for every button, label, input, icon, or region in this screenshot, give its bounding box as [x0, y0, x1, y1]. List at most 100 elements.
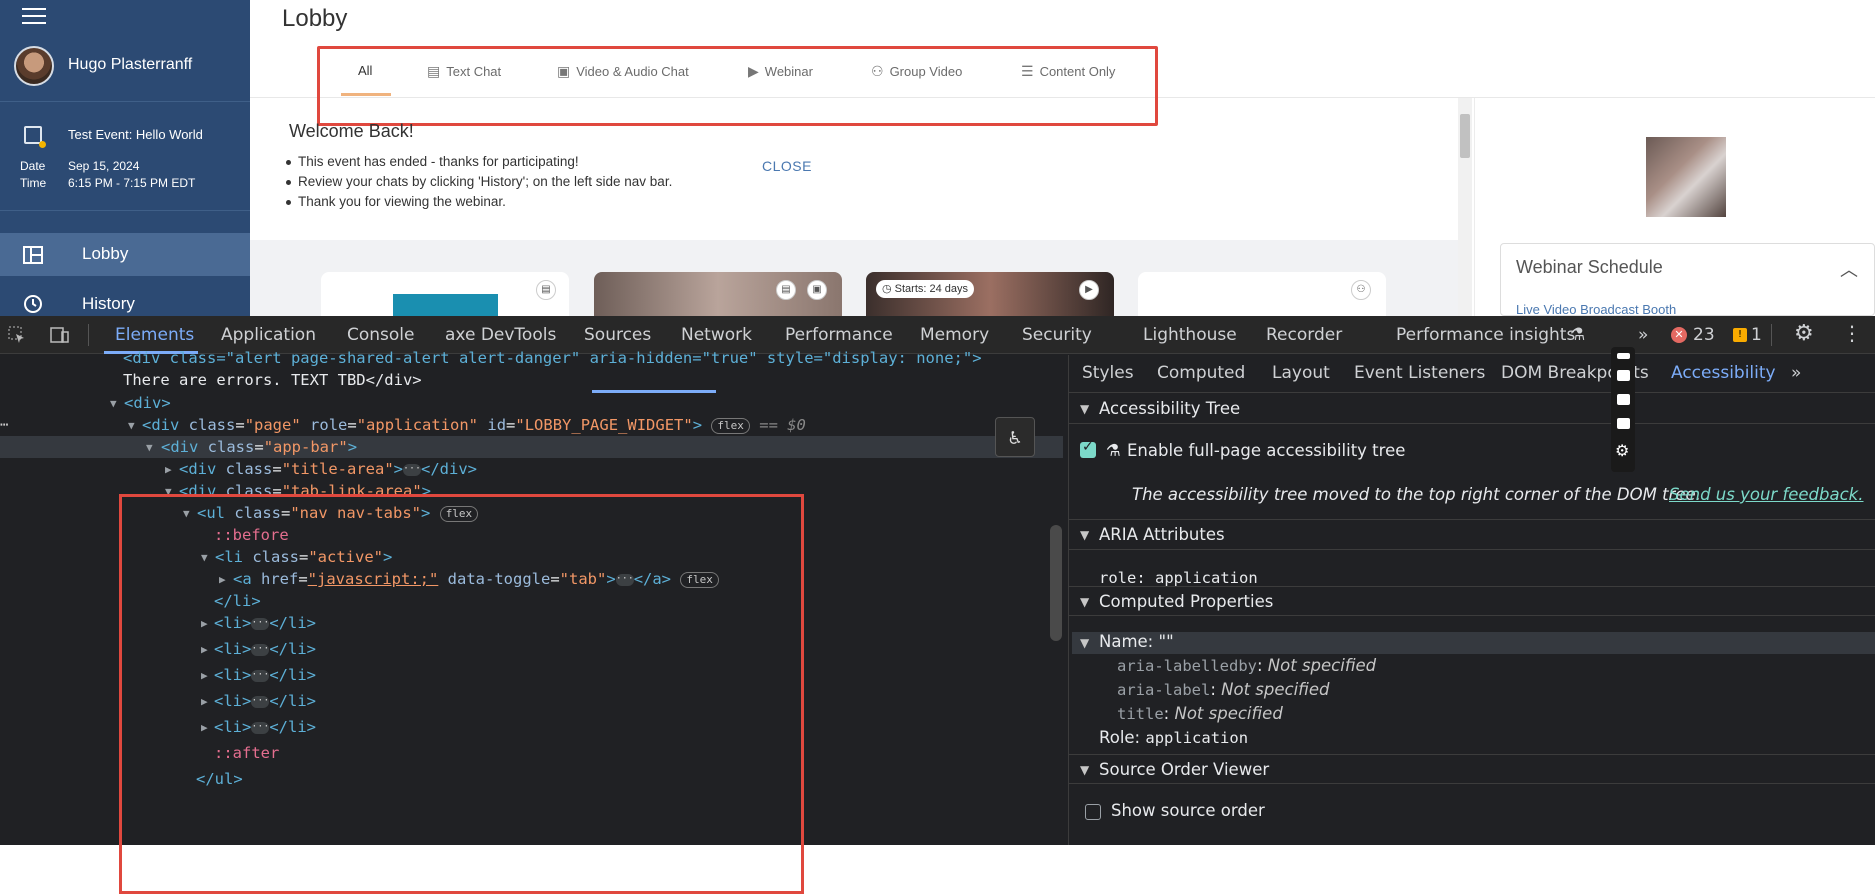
- section-computed-properties[interactable]: ▼ Computed Properties: [1068, 586, 1875, 616]
- accessibility-tree-toggle-icon[interactable]: ♿: [995, 417, 1035, 457]
- list-item: This event has ended - thanks for partic…: [286, 154, 579, 169]
- ellipsis-icon[interactable]: ···: [403, 463, 421, 476]
- highlight-box: [317, 46, 1158, 126]
- inspect-icon[interactable]: [8, 326, 26, 344]
- tree-line[interactable]: <div class="title-area">···</div>: [179, 458, 477, 480]
- history-icon: [24, 295, 42, 313]
- attr-value: Not specified: [1267, 656, 1377, 675]
- clock-icon: ◷: [882, 283, 895, 295]
- settings-gear-icon[interactable]: ⚙: [1794, 321, 1814, 346]
- devtools-tab-performance[interactable]: Performance: [785, 325, 893, 345]
- expand-arrow-icon[interactable]: ▼: [128, 419, 135, 432]
- section-accessibility-tree[interactable]: ▼ Accessibility Tree: [1068, 394, 1875, 424]
- section-title: ARIA Attributes: [1099, 525, 1225, 544]
- collapse-arrow-icon[interactable]: ▶: [165, 463, 172, 476]
- more-tabs-icon[interactable]: »: [1638, 325, 1648, 345]
- enable-tree-checkbox[interactable]: ✓: [1080, 439, 1096, 458]
- scrollbar-thumb[interactable]: [1460, 114, 1470, 158]
- attr-value: Not specified: [1174, 704, 1283, 723]
- session-card[interactable]: ▤ ▣: [594, 272, 842, 316]
- time-label: Time: [20, 176, 47, 190]
- more-options-icon[interactable]: ⋮: [1842, 321, 1862, 345]
- dollar-zero: == $0: [759, 416, 806, 434]
- tree-line[interactable]: <div class="app-bar">: [161, 436, 357, 458]
- attr-name: aria-labelledby: [1117, 657, 1257, 675]
- schedule-link[interactable]: Live Video Broadcast Booth: [1516, 302, 1676, 316]
- video-camera-icon[interactable]: [1617, 394, 1630, 405]
- camera-icon[interactable]: [1617, 370, 1630, 381]
- labelledby-row: aria-labelledby: Not specified: [1117, 656, 1377, 675]
- feedback-link[interactable]: Send us your feedback.: [1669, 485, 1864, 504]
- warning-count[interactable]: 1: [1751, 325, 1762, 345]
- devtools-tab-lighthouse[interactable]: Lighthouse: [1143, 325, 1237, 345]
- devtools-tab-application[interactable]: Application: [221, 325, 316, 345]
- window-icon[interactable]: [1617, 418, 1630, 429]
- chevron-up-icon[interactable]: ︿: [1840, 256, 1858, 282]
- avatar[interactable]: [14, 46, 54, 86]
- tab-styles[interactable]: Styles: [1082, 363, 1134, 383]
- section-aria-attributes[interactable]: ▼ ARIA Attributes: [1068, 520, 1875, 550]
- devtools-tab-axe[interactable]: axe DevTools: [445, 325, 556, 345]
- name-row[interactable]: Name: "": [1099, 632, 1174, 651]
- moved-note: The accessibility tree moved to the top …: [1132, 485, 1701, 504]
- tag: >: [692, 416, 703, 434]
- title-row: title: Not specified: [1117, 704, 1283, 723]
- tree-line[interactable]: <div class="alert page-shared-alert aler…: [123, 347, 982, 369]
- devtools-tab-network[interactable]: Network: [681, 325, 752, 345]
- enable-tree-label[interactable]: Enable full-page accessibility tree: [1127, 441, 1405, 460]
- section-title: Accessibility Tree: [1099, 399, 1241, 418]
- expand-arrow-icon[interactable]: ▼: [110, 397, 117, 410]
- attr-value: application: [1155, 569, 1258, 587]
- play-icon: ▶: [1079, 280, 1099, 300]
- expand-arrow-icon: ▼: [1080, 528, 1090, 542]
- tree-line-selected[interactable]: <div class="page" role="application" id=…: [142, 414, 806, 436]
- attr-name: id: [487, 416, 507, 434]
- tab-computed[interactable]: Computed: [1157, 363, 1245, 383]
- devtools-tab-elements[interactable]: Elements: [115, 325, 194, 345]
- expand-arrow-icon: ▼: [1080, 595, 1090, 609]
- attr-name: aria-label: [1117, 681, 1211, 699]
- hamburger-menu-icon[interactable]: [22, 8, 46, 26]
- scrollbar-thumb[interactable]: [1050, 525, 1062, 641]
- tree-line[interactable]: There are errors. TEXT TBD</div>: [123, 369, 422, 391]
- starts-badge: ◷ Starts: 24 days: [876, 280, 975, 298]
- show-source-order-label[interactable]: Show source order: [1111, 801, 1265, 820]
- expand-arrow-icon: ▼: [1080, 763, 1090, 777]
- flex-badge[interactable]: flex: [711, 417, 750, 434]
- warning-icon[interactable]: !: [1733, 328, 1747, 342]
- sidebar-item-label: Lobby: [82, 244, 129, 263]
- expand-arrow-icon[interactable]: ▼: [146, 441, 153, 454]
- sidebar-item-lobby[interactable]: Lobby: [0, 233, 250, 276]
- devtools-tab-performance-insights[interactable]: Performance insights: [1396, 325, 1575, 345]
- expand-arrow-icon[interactable]: ▼: [1080, 636, 1089, 650]
- session-card[interactable]: ◷ Starts: 24 days ▶: [866, 272, 1114, 316]
- error-count[interactable]: 23: [1693, 325, 1715, 345]
- tab-layout[interactable]: Layout: [1272, 363, 1330, 383]
- tree-line[interactable]: <div>: [124, 392, 171, 414]
- chat-icon: ▤: [776, 280, 796, 300]
- list-item: Review your chats by clicking 'History';…: [285, 174, 673, 189]
- divider: [0, 210, 250, 211]
- session-card[interactable]: ▤: [321, 272, 569, 316]
- device-toggle-icon[interactable]: [50, 326, 70, 344]
- error-icon[interactable]: ✕: [1671, 327, 1687, 343]
- devtools-tab-memory[interactable]: Memory: [920, 325, 989, 345]
- section-source-order-viewer[interactable]: ▼ Source Order Viewer: [1068, 754, 1875, 784]
- devtools-tab-security[interactable]: Security: [1022, 325, 1092, 345]
- attr-name: role: [1099, 569, 1137, 587]
- pen-icon[interactable]: [1617, 353, 1630, 359]
- more-tabs-icon[interactable]: »: [1791, 363, 1801, 383]
- user-name: Hugo Plasterranff: [68, 56, 193, 73]
- more-icon[interactable]: ⋯: [0, 414, 8, 436]
- close-button[interactable]: CLOSE: [762, 158, 812, 174]
- highlight-box: [119, 494, 804, 894]
- session-card[interactable]: ⚇: [1138, 272, 1386, 316]
- settings-gear-icon[interactable]: ⚙: [1615, 441, 1629, 461]
- role-row: Role: application: [1099, 728, 1248, 747]
- show-source-order-checkbox[interactable]: [1085, 804, 1101, 820]
- devtools-tab-recorder[interactable]: Recorder: [1266, 325, 1342, 345]
- tab-event-listeners[interactable]: Event Listeners: [1354, 363, 1485, 383]
- devtools-tab-sources[interactable]: Sources: [584, 325, 651, 345]
- devtools-tab-console[interactable]: Console: [347, 325, 415, 345]
- tab-accessibility[interactable]: Accessibility: [1671, 363, 1776, 383]
